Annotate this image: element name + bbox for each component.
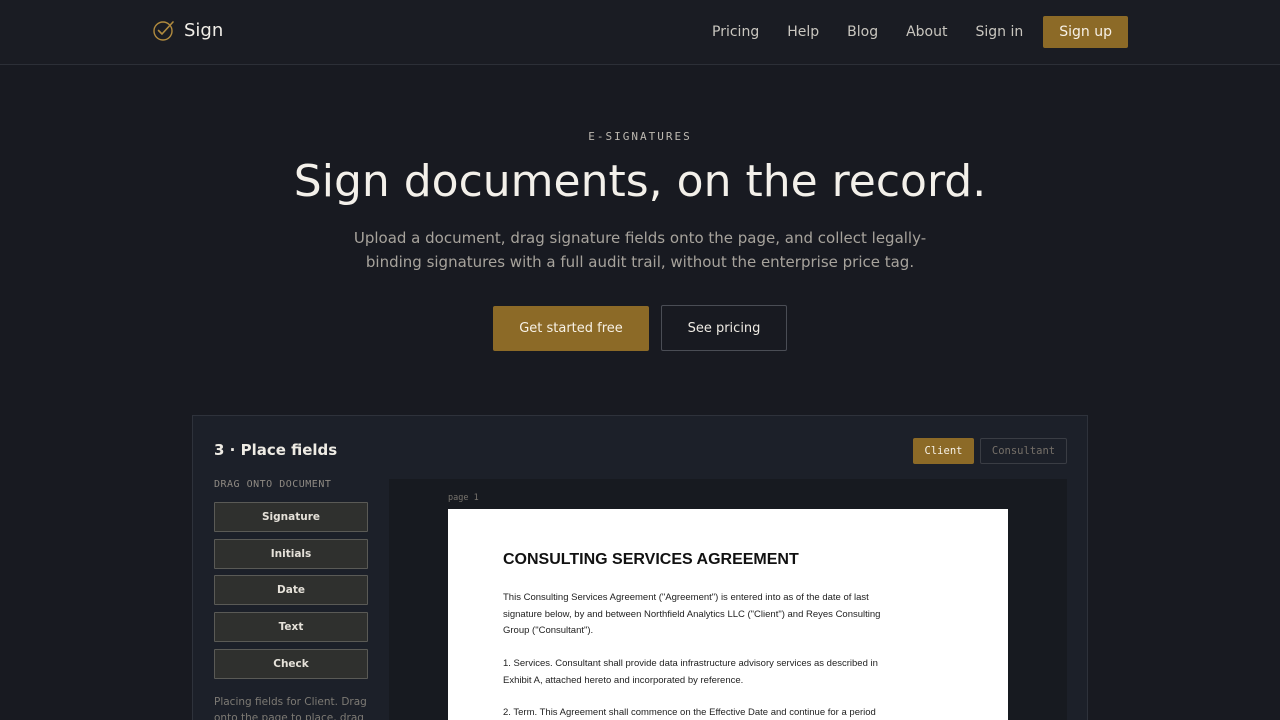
drag-heading: DRAG ONTO DOCUMENT — [214, 479, 332, 490]
page-label: page 1 — [448, 493, 479, 503]
document-title: CONSULTING SERVICES AGREEMENT — [503, 551, 799, 568]
role-tab-client[interactable]: Client — [913, 438, 974, 464]
document-paragraph: This Consulting Services Agreement ("Agr… — [503, 592, 881, 636]
site-header: Sign Pricing Help Blog About Sign in Sig… — [0, 0, 1280, 65]
hero-subtitle: Upload a document, drag signature fields… — [353, 229, 927, 271]
role-tab-consultant[interactable]: Consultant — [980, 438, 1067, 464]
document-paragraph: 1. Services. Consultant shall provide da… — [503, 658, 878, 686]
see-pricing-button[interactable]: See pricing — [661, 305, 787, 351]
nav-pricing[interactable]: Pricing — [712, 16, 759, 48]
field-text[interactable]: Text — [214, 612, 368, 642]
field-date[interactable]: Date — [214, 575, 368, 605]
app-preview: 3 · Place fields Client Consultant DRAG … — [192, 415, 1088, 720]
nav-help[interactable]: Help — [787, 16, 819, 48]
document-canvas[interactable]: page 1 CONSULTING SERVICES AGREEMENT Thi… — [389, 479, 1067, 720]
hero-eyebrow: E-SIGNATURES — [588, 130, 692, 143]
get-started-button[interactable]: Get started free — [493, 306, 649, 351]
brand-name: Sign — [184, 19, 224, 41]
field-signature[interactable]: Signature — [214, 502, 368, 532]
field-initials[interactable]: Initials — [214, 539, 368, 569]
nav-blog[interactable]: Blog — [847, 16, 878, 48]
main-nav: Pricing Help Blog About Sign in Sign up — [712, 16, 1128, 48]
check-circle-icon — [153, 21, 174, 41]
sign-up-button[interactable]: Sign up — [1043, 16, 1128, 48]
document-page[interactable]: CONSULTING SERVICES AGREEMENT This Consu… — [448, 509, 1008, 720]
nav-about[interactable]: About — [906, 16, 947, 48]
field-check[interactable]: Check — [214, 649, 368, 679]
placing-note: Placing fields for Client. Drag onto the… — [214, 696, 367, 720]
step-title: 3 · Place fields — [214, 441, 338, 459]
nav-sign-in[interactable]: Sign in — [976, 16, 1024, 48]
document-paragraph: 2. Term. This Agreement shall commence o… — [503, 707, 876, 718]
hero-title: Sign documents, on the record. — [293, 156, 987, 207]
brand-logo[interactable]: Sign — [152, 18, 223, 42]
